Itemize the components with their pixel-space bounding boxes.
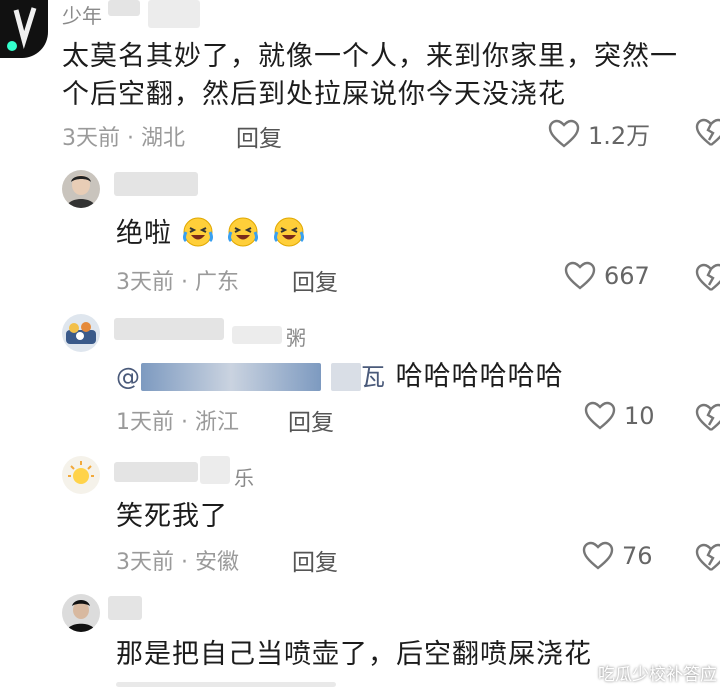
watermark: 吃瓜少校补答应 — [598, 665, 717, 685]
redacted-name — [114, 462, 198, 482]
dislike-button[interactable] — [694, 263, 720, 297]
broken-heart-icon — [695, 403, 720, 431]
comment-meta: 3天前 · 广东 — [116, 270, 239, 295]
heart-outline-icon — [548, 119, 580, 148]
comment-meta: 1天前 · 浙江 — [116, 410, 239, 435]
like-button[interactable]: 667 — [564, 261, 650, 291]
like-count: 1.2万 — [588, 122, 651, 150]
redacted-name — [114, 318, 224, 340]
like-count: 667 — [604, 262, 650, 290]
avatar[interactable] — [62, 170, 100, 208]
redacted-mention — [141, 363, 321, 391]
comment-author[interactable]: 粥 — [286, 322, 306, 351]
redacted-mention — [331, 363, 361, 391]
like-button[interactable]: 10 — [584, 401, 655, 431]
comment-text: 那是把自己当喷壶了，后空翻喷屎浇花 — [116, 639, 592, 670]
like-count: 76 — [622, 542, 653, 570]
heart-outline-icon — [564, 261, 596, 290]
dislike-button[interactable] — [694, 543, 720, 577]
broken-heart-icon — [695, 543, 720, 571]
reply-button[interactable]: 回复 — [288, 403, 334, 437]
laughing-crying-emoji — [273, 217, 304, 247]
reply-button[interactable]: 回复 — [236, 119, 282, 153]
avatar[interactable] — [62, 594, 100, 632]
redacted-name — [200, 456, 230, 484]
comment-text: 绝啦 — [116, 215, 309, 253]
laughing-crying-emoji — [228, 217, 259, 247]
comment-text: 笑死我了 — [116, 501, 228, 532]
reply-button[interactable]: 回复 — [292, 263, 338, 297]
dislike-button[interactable] — [694, 403, 720, 437]
mention-link[interactable]: @ 瓦 — [116, 363, 386, 391]
heart-outline-icon — [584, 401, 616, 430]
avatar[interactable] — [0, 0, 48, 58]
comment-text: 太莫名其妙了，就像一个人，来到你家里，突然一 个后空翻，然后到处拉屎说你今天没浇… — [62, 41, 678, 110]
avatar[interactable] — [62, 456, 100, 494]
redacted-partial-row — [116, 682, 336, 687]
comment-meta: 3天前 · 湖北 — [62, 126, 185, 151]
heart-outline-icon — [582, 541, 614, 570]
redacted-name — [108, 596, 142, 620]
redacted-name — [108, 0, 140, 16]
like-count: 10 — [624, 402, 655, 430]
reply-button[interactable]: 回复 — [292, 543, 338, 577]
like-button[interactable]: 76 — [582, 541, 653, 571]
dislike-button[interactable] — [694, 118, 720, 152]
redacted-name — [148, 0, 200, 28]
avatar[interactable] — [62, 314, 100, 352]
comment-text: @ 瓦 哈哈哈哈哈哈 — [116, 361, 564, 392]
broken-heart-icon — [695, 263, 720, 291]
comment-author[interactable]: 少年 — [62, 0, 102, 29]
laughing-crying-emoji — [182, 217, 213, 247]
comment-meta: 3天前 · 安徽 — [116, 550, 239, 575]
redacted-name — [232, 326, 282, 344]
like-button[interactable]: 1.2万 — [548, 116, 650, 151]
comment-author[interactable]: 乐 — [234, 462, 254, 491]
redacted-name — [114, 172, 198, 196]
broken-heart-icon — [695, 118, 720, 146]
